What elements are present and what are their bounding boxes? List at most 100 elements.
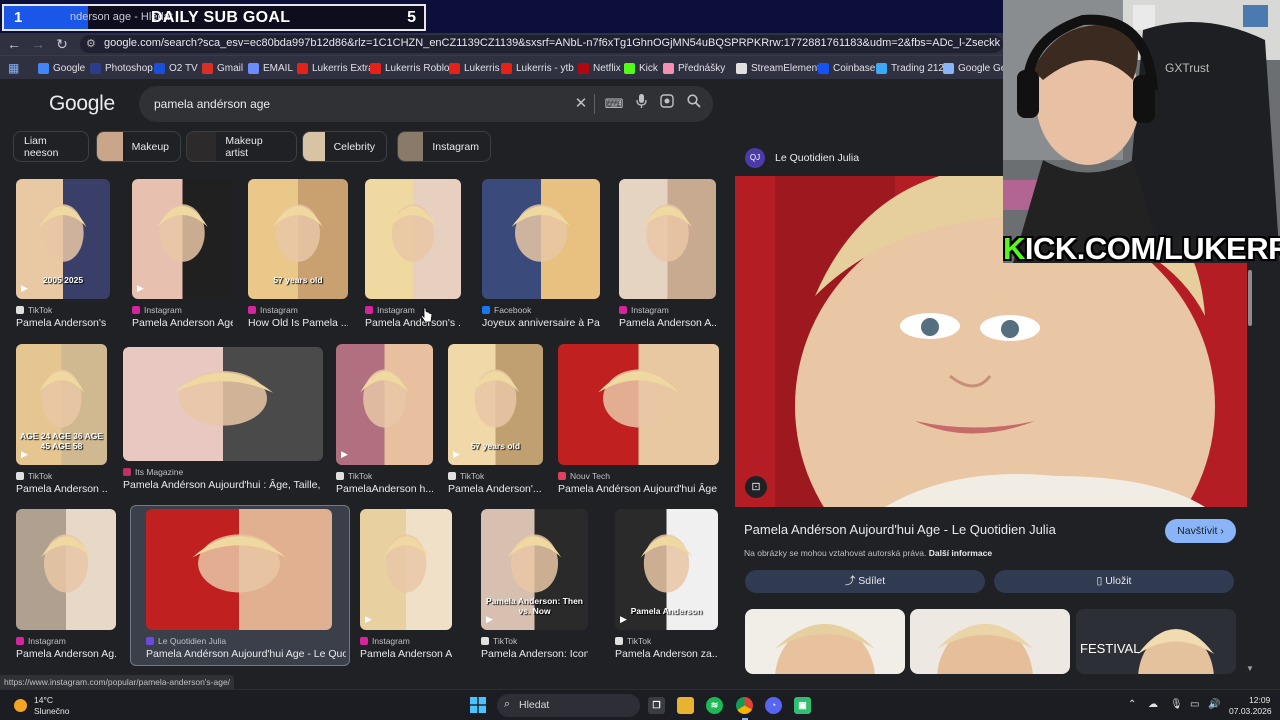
keyboard-icon[interactable]: ⌨ xyxy=(604,94,624,114)
result-thumbnail[interactable]: 57 years old ▶ xyxy=(448,344,543,465)
volume-icon[interactable]: 🔊 xyxy=(1208,699,1220,710)
result-title[interactable]: Pamela Anderson ... xyxy=(16,483,107,495)
result-source[interactable]: Nouv Tech xyxy=(558,471,610,481)
result-title[interactable]: Pamela Andérson Aujourd'hui Age - Le Quo… xyxy=(146,648,346,660)
bookmark-trading-212[interactable]: Trading 212 xyxy=(876,61,944,75)
result-title[interactable]: Pamela Anderson Age xyxy=(132,317,233,329)
result-thumbnail[interactable] xyxy=(123,347,323,461)
back-icon[interactable]: ← xyxy=(6,36,22,52)
result-title[interactable]: PamelaAnderson h... xyxy=(336,483,433,495)
result-thumbnail[interactable] xyxy=(558,344,719,465)
result-title[interactable]: Pamela Anderson'... xyxy=(448,483,543,495)
related-image[interactable] xyxy=(745,609,905,674)
result-title[interactable]: Pamela Anderson's ... xyxy=(365,317,461,329)
bookmark-lukerris-ytb[interactable]: Lukerris - ytb xyxy=(501,61,574,75)
related-image[interactable] xyxy=(910,609,1070,674)
bookmark-lukerris[interactable]: Lukerris xyxy=(449,61,500,75)
search-box[interactable]: pamela andérson age ✕ ⌨ xyxy=(139,86,713,122)
result-thumbnail[interactable]: 2005 2025 ▶ xyxy=(16,179,110,299)
result-title[interactable]: Pamela Anderson Age xyxy=(360,648,452,660)
reload-icon[interactable]: ↻ xyxy=(54,36,70,52)
microphone-icon[interactable]: 🎙 xyxy=(1170,699,1183,710)
bookmark-gmail[interactable]: Gmail xyxy=(202,61,243,75)
related-image[interactable]: FESTIVAL xyxy=(1076,609,1236,674)
chevron-up-icon[interactable]: ⌃ xyxy=(1128,699,1136,710)
image-result[interactable]: ▶ TikTok PamelaAnderson h... xyxy=(336,344,433,501)
bookmark-netflix[interactable]: Netflix xyxy=(578,61,621,75)
image-result[interactable]: ▶ Instagram Pamela Anderson Age xyxy=(132,179,233,335)
result-source[interactable]: Instagram xyxy=(248,305,298,315)
windows-start-icon[interactable] xyxy=(470,697,486,713)
bookmark-lukerris-roblox[interactable]: Lukerris Roblox xyxy=(370,61,454,75)
result-thumbnail[interactable]: 57 years old xyxy=(248,179,348,299)
bookmark-p-edn-ky[interactable]: Přednášky xyxy=(663,61,725,75)
search-icon[interactable] xyxy=(684,94,704,114)
result-thumbnail[interactable]: Pamela Anderson: Then vs. Now ▶ xyxy=(481,509,588,630)
image-result[interactable]: Pamela Anderson: Then vs. Now ▶ TikTok Pame… xyxy=(481,509,588,666)
result-title[interactable]: Joyeux anniversaire à Pa... xyxy=(482,317,600,329)
network-icon[interactable]: ▭ xyxy=(1190,699,1199,710)
result-thumbnail[interactable]: ▶ xyxy=(360,509,452,630)
result-thumbnail[interactable] xyxy=(146,509,332,630)
result-source[interactable]: TikTok xyxy=(16,471,52,481)
result-source[interactable]: TikTok xyxy=(16,305,52,315)
image-result[interactable]: Nouv Tech Pamela Andérson Aujourd'hui Âge… xyxy=(558,344,719,501)
result-title[interactable]: Pamela Anderson A... xyxy=(619,317,716,329)
result-thumbnail[interactable] xyxy=(482,179,600,299)
image-result[interactable]: Le Quotidien Julia Pamela Andérson Aujour… xyxy=(146,509,346,666)
bookmark-kick[interactable]: Kick xyxy=(624,61,658,75)
search-input[interactable]: pamela andérson age xyxy=(154,97,270,111)
tray-app-icon[interactable]: ☁ xyxy=(1148,699,1158,710)
task-view-icon[interactable]: ❐ xyxy=(648,697,665,714)
bookmark-lukerris-extra[interactable]: Lukerris Extra xyxy=(297,61,374,75)
result-thumbnail[interactable]: AGE 24 AGE 36 AGE 45 AGE 58 ▶ xyxy=(16,344,107,465)
forward-icon[interactable]: → xyxy=(30,36,46,52)
result-source[interactable]: Instagram xyxy=(619,305,669,315)
image-result[interactable]: Instagram Pamela Anderson's ... xyxy=(365,179,461,335)
result-title[interactable]: Pamela Andérson Aujourd'hui Âge ... xyxy=(558,483,719,495)
result-source[interactable]: Instagram xyxy=(16,636,66,646)
image-result[interactable]: Instagram Pamela Anderson Ag... xyxy=(16,509,116,666)
result-source[interactable]: Its Magazine xyxy=(123,467,183,477)
preview-title[interactable]: Pamela Andérson Aujourd'hui Age - Le Quo… xyxy=(744,522,1056,537)
result-thumbnail[interactable] xyxy=(16,509,116,630)
chip-liam-neeson[interactable]: Liam neeson xyxy=(13,131,89,162)
bookmark-photoshop[interactable]: Photoshop xyxy=(90,61,153,75)
share-button[interactable]: ⤴ Sdílet xyxy=(745,570,985,593)
weather-temperature[interactable]: 14°C xyxy=(34,695,53,705)
sun-icon[interactable] xyxy=(14,699,27,712)
result-thumbnail[interactable] xyxy=(619,179,716,299)
result-thumbnail[interactable]: ▶ xyxy=(132,179,233,299)
spotify-icon[interactable]: ≋ xyxy=(706,697,723,714)
result-title[interactable]: Pamela Andérson Aujourd'hui : Âge, Taill… xyxy=(123,479,323,491)
result-title[interactable]: Pamela Anderson Ag... xyxy=(16,648,116,660)
image-result[interactable]: 2005 2025 ▶ TikTok Pamela Anderson's ... xyxy=(16,179,110,335)
app-icon[interactable]: ▣ xyxy=(794,697,811,714)
weather-description[interactable]: Slunečno xyxy=(34,706,69,716)
result-source[interactable]: Instagram xyxy=(132,305,182,315)
site-info-icon[interactable]: ⚙ xyxy=(86,37,96,50)
result-title[interactable]: Pamela Anderson: Iconi... xyxy=(481,648,588,660)
bookmark-google[interactable]: Google xyxy=(38,61,85,75)
result-source[interactable]: Le Quotidien Julia xyxy=(146,636,226,646)
result-source[interactable]: Instagram xyxy=(360,636,410,646)
bookmark-coinbase[interactable]: Coinbase xyxy=(818,61,875,75)
clear-icon[interactable]: ✕ xyxy=(571,94,591,114)
lens-icon[interactable] xyxy=(657,94,677,114)
chip-instagram[interactable]: Instagram xyxy=(397,131,491,162)
image-result[interactable]: Facebook Joyeux anniversaire à Pa... xyxy=(482,179,600,335)
microphone-icon[interactable] xyxy=(631,94,651,114)
save-button[interactable]: ▯ Uložit xyxy=(994,570,1234,593)
result-source[interactable]: TikTok xyxy=(615,636,651,646)
bookmark-streamelements[interactable]: StreamElements xyxy=(736,61,825,75)
discord-icon[interactable]: ◔ xyxy=(765,697,782,714)
result-thumbnail[interactable]: ▶ xyxy=(336,344,433,465)
clock-date[interactable]: 07.03.2026 xyxy=(1229,706,1272,716)
more-info-link[interactable]: Další informace xyxy=(929,548,992,558)
chip-makeup-artist[interactable]: Makeup artist xyxy=(186,131,297,162)
image-result[interactable]: AGE 24 AGE 36 AGE 45 AGE 58 ▶ TikTok Pamela… xyxy=(16,344,107,501)
image-result[interactable]: 57 years old ▶ TikTok Pamela Anderson'... xyxy=(448,344,543,501)
apps-icon[interactable]: ▦ xyxy=(8,61,19,75)
scroll-down-icon[interactable]: ▼ xyxy=(1246,664,1254,673)
chip-makeup[interactable]: Makeup xyxy=(96,131,181,162)
